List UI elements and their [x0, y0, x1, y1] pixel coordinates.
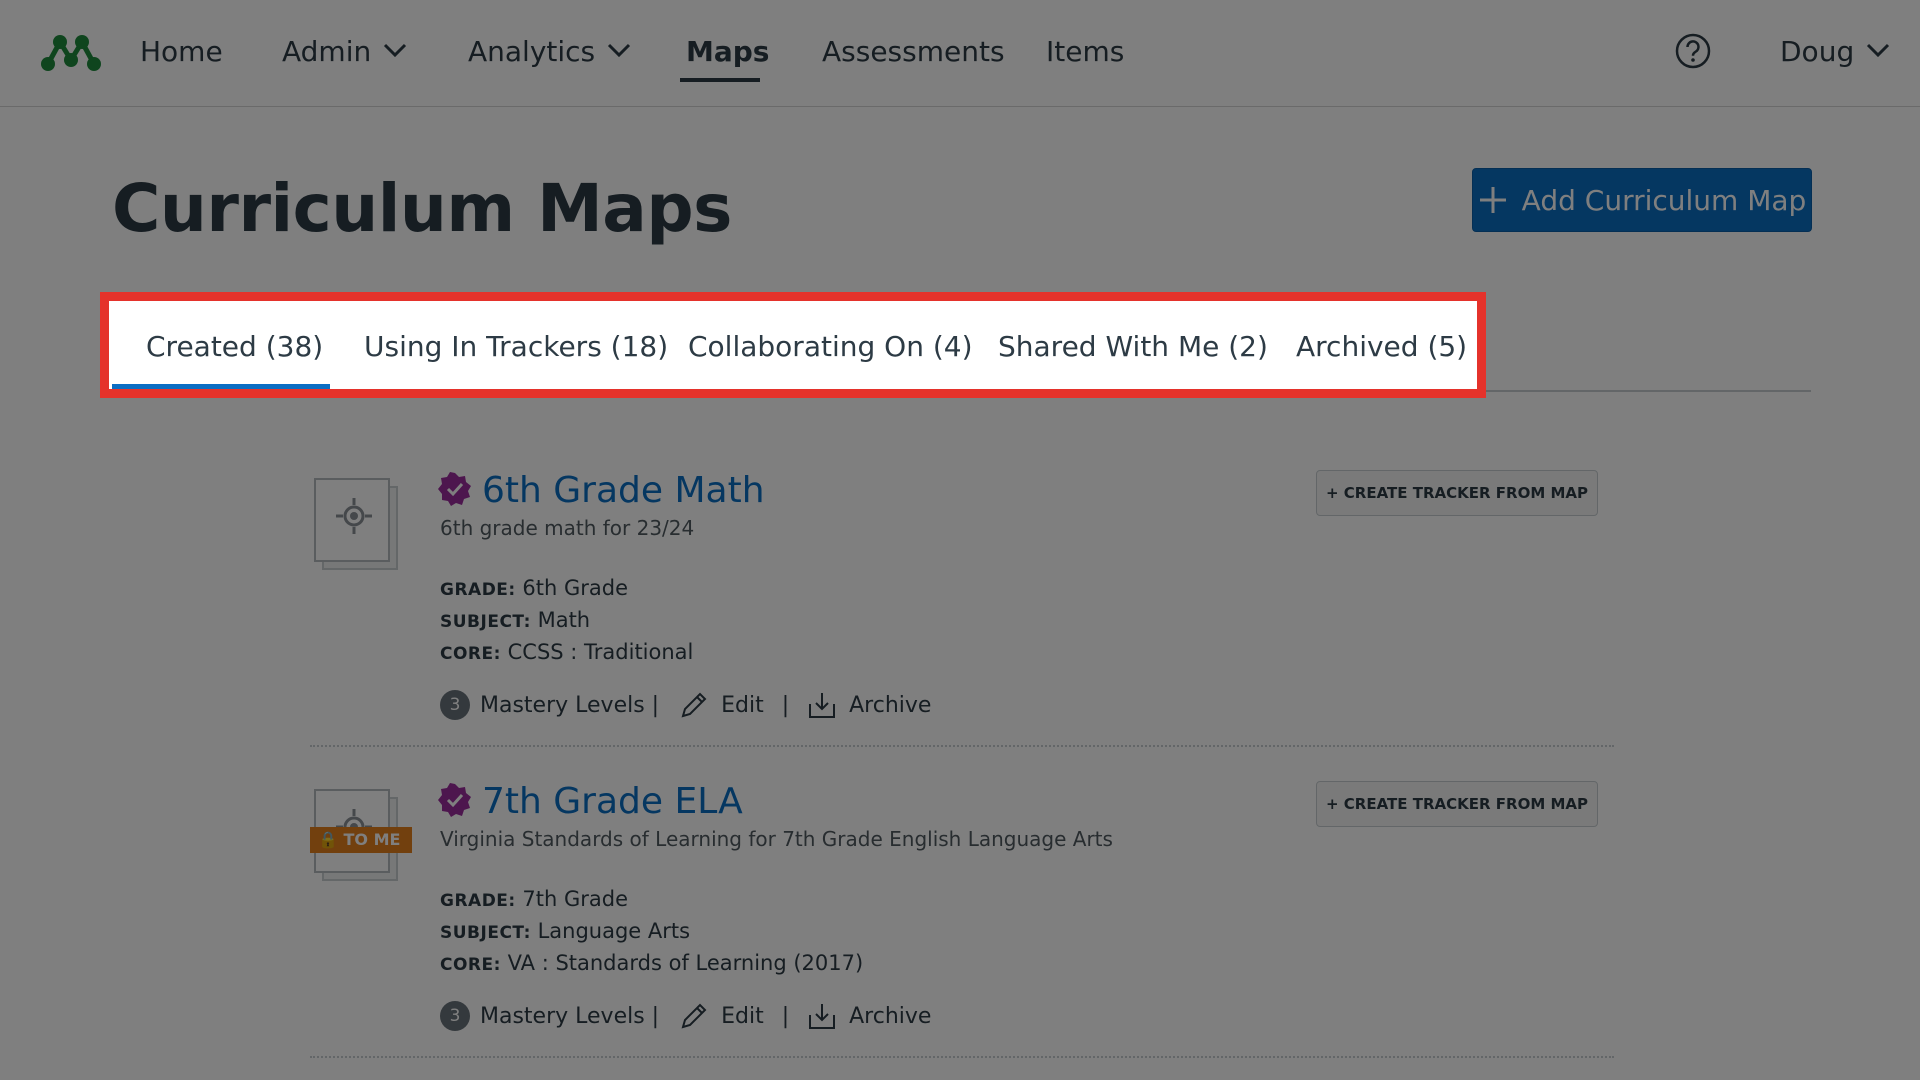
top-navigation: Home Admin Analytics Maps Assessments It… [0, 0, 1920, 107]
edit-link[interactable]: Edit [679, 690, 764, 720]
grade-key: GRADE: [440, 891, 516, 911]
nav-analytics[interactable]: Analytics [468, 30, 631, 74]
map-title-link[interactable]: 7th Grade ELA [482, 781, 743, 822]
create-tracker-button[interactable]: + CREATE TRACKER FROM MAP [1316, 470, 1598, 516]
nav-active-indicator [680, 78, 760, 82]
archive-label: Archive [849, 692, 932, 718]
archive-download-icon [809, 1004, 836, 1029]
tab-using-in-trackers[interactable]: Using In Trackers (18) [364, 330, 668, 363]
question-circle-icon[interactable] [1674, 32, 1712, 70]
subject-value: Math [537, 608, 591, 632]
edit-link[interactable]: Edit [679, 1001, 764, 1031]
action-separator: | [781, 1003, 790, 1029]
grade-value: 6th Grade [522, 576, 629, 600]
core-value: VA : Standards of Learning (2017) [507, 951, 864, 975]
tab-created[interactable]: Created (38) [146, 330, 323, 363]
nav-maps[interactable]: Maps [686, 30, 769, 74]
add-curriculum-map-label: Add Curriculum Map [1521, 183, 1807, 217]
plus-icon [1478, 185, 1508, 215]
verified-badge-icon [438, 472, 471, 506]
nav-home-label: Home [140, 35, 223, 68]
nav-items[interactable]: Items [1046, 30, 1124, 74]
archive-label: Archive [849, 1003, 932, 1029]
nav-admin[interactable]: Admin [282, 30, 407, 74]
user-name: Doug [1780, 35, 1855, 68]
core-value: CCSS : Traditional [507, 640, 694, 664]
map-grade: GRADE: 7th Grade [440, 887, 628, 911]
map-actions: 3 Mastery Levels | Edit | Archive [440, 688, 931, 722]
pencil-icon [681, 1003, 707, 1029]
user-menu[interactable]: Doug [1780, 30, 1890, 74]
archive-link[interactable]: Archive [807, 1001, 931, 1031]
gear-icon [336, 498, 372, 534]
shared-tag-label: TO ME [343, 830, 401, 849]
mastery-levels-label: Mastery Levels | [480, 1003, 660, 1029]
map-grade: GRADE: 6th Grade [440, 576, 628, 600]
map-description: 6th grade math for 23/24 [440, 516, 695, 540]
tab-archived[interactable]: Archived (5) [1296, 330, 1467, 363]
mastery-count-badge: 3 [440, 1001, 470, 1031]
verified-badge-icon [438, 783, 471, 817]
chevron-down-icon [1867, 43, 1890, 57]
map-core: CORE: VA : Standards of Learning (2017) [440, 951, 863, 975]
nav-maps-label: Maps [686, 35, 770, 68]
create-tracker-button[interactable]: + CREATE TRACKER FROM MAP [1316, 781, 1598, 827]
archive-download-icon [809, 693, 836, 718]
map-thumbnail[interactable]: 🔒 TO ME [310, 781, 412, 881]
molecule-logo-icon[interactable] [38, 30, 104, 72]
shared-tag: 🔒 TO ME [310, 827, 412, 853]
add-curriculum-map-button[interactable]: Add Curriculum Map [1472, 168, 1812, 232]
map-actions: 3 Mastery Levels | Edit | Archive [440, 999, 931, 1033]
tab-shared-with-me[interactable]: Shared With Me (2) [998, 330, 1268, 363]
subject-key: SUBJECT: [440, 612, 531, 632]
tab-active-indicator [112, 384, 330, 389]
lock-icon: 🔒 [318, 830, 338, 849]
nav-assessments[interactable]: Assessments [822, 30, 1005, 74]
chevron-down-icon [384, 43, 407, 57]
nav-admin-label: Admin [282, 35, 372, 68]
map-description: Virginia Standards of Learning for 7th G… [440, 827, 1113, 851]
archive-link[interactable]: Archive [807, 690, 931, 720]
mastery-levels-label: Mastery Levels | [480, 692, 660, 718]
nav-assessments-label: Assessments [822, 35, 1005, 68]
core-key: CORE: [440, 644, 501, 664]
edit-label: Edit [721, 1003, 764, 1029]
subject-key: SUBJECT: [440, 923, 531, 943]
page-title: Curriculum Maps [112, 170, 732, 247]
card-separator [310, 1056, 1614, 1058]
nav-home[interactable]: Home [140, 30, 223, 74]
nav-analytics-label: Analytics [468, 35, 596, 68]
map-subject: SUBJECT: Language Arts [440, 919, 690, 943]
grade-value: 7th Grade [522, 887, 629, 911]
pencil-icon [681, 692, 707, 718]
app-root: Home Admin Analytics Maps Assessments It… [0, 0, 1920, 1080]
nav-items-label: Items [1046, 35, 1125, 68]
map-card: 🔒 TO ME 7th Grade ELA Virginia Standards… [310, 781, 1614, 1051]
map-title-link[interactable]: 6th Grade Math [482, 470, 765, 511]
map-card: 6th Grade Math 6th grade math for 23/24 … [310, 470, 1614, 740]
tab-collaborating-on[interactable]: Collaborating On (4) [688, 330, 973, 363]
map-thumbnail[interactable] [310, 470, 406, 570]
chevron-down-icon [608, 43, 631, 57]
mastery-count-badge: 3 [440, 690, 470, 720]
card-separator [310, 745, 1614, 747]
map-subject: SUBJECT: Math [440, 608, 590, 632]
action-separator: | [781, 692, 790, 718]
edit-label: Edit [721, 692, 764, 718]
map-core: CORE: CCSS : Traditional [440, 640, 693, 664]
core-key: CORE: [440, 955, 501, 975]
subject-value: Language Arts [537, 919, 691, 943]
grade-key: GRADE: [440, 580, 516, 600]
